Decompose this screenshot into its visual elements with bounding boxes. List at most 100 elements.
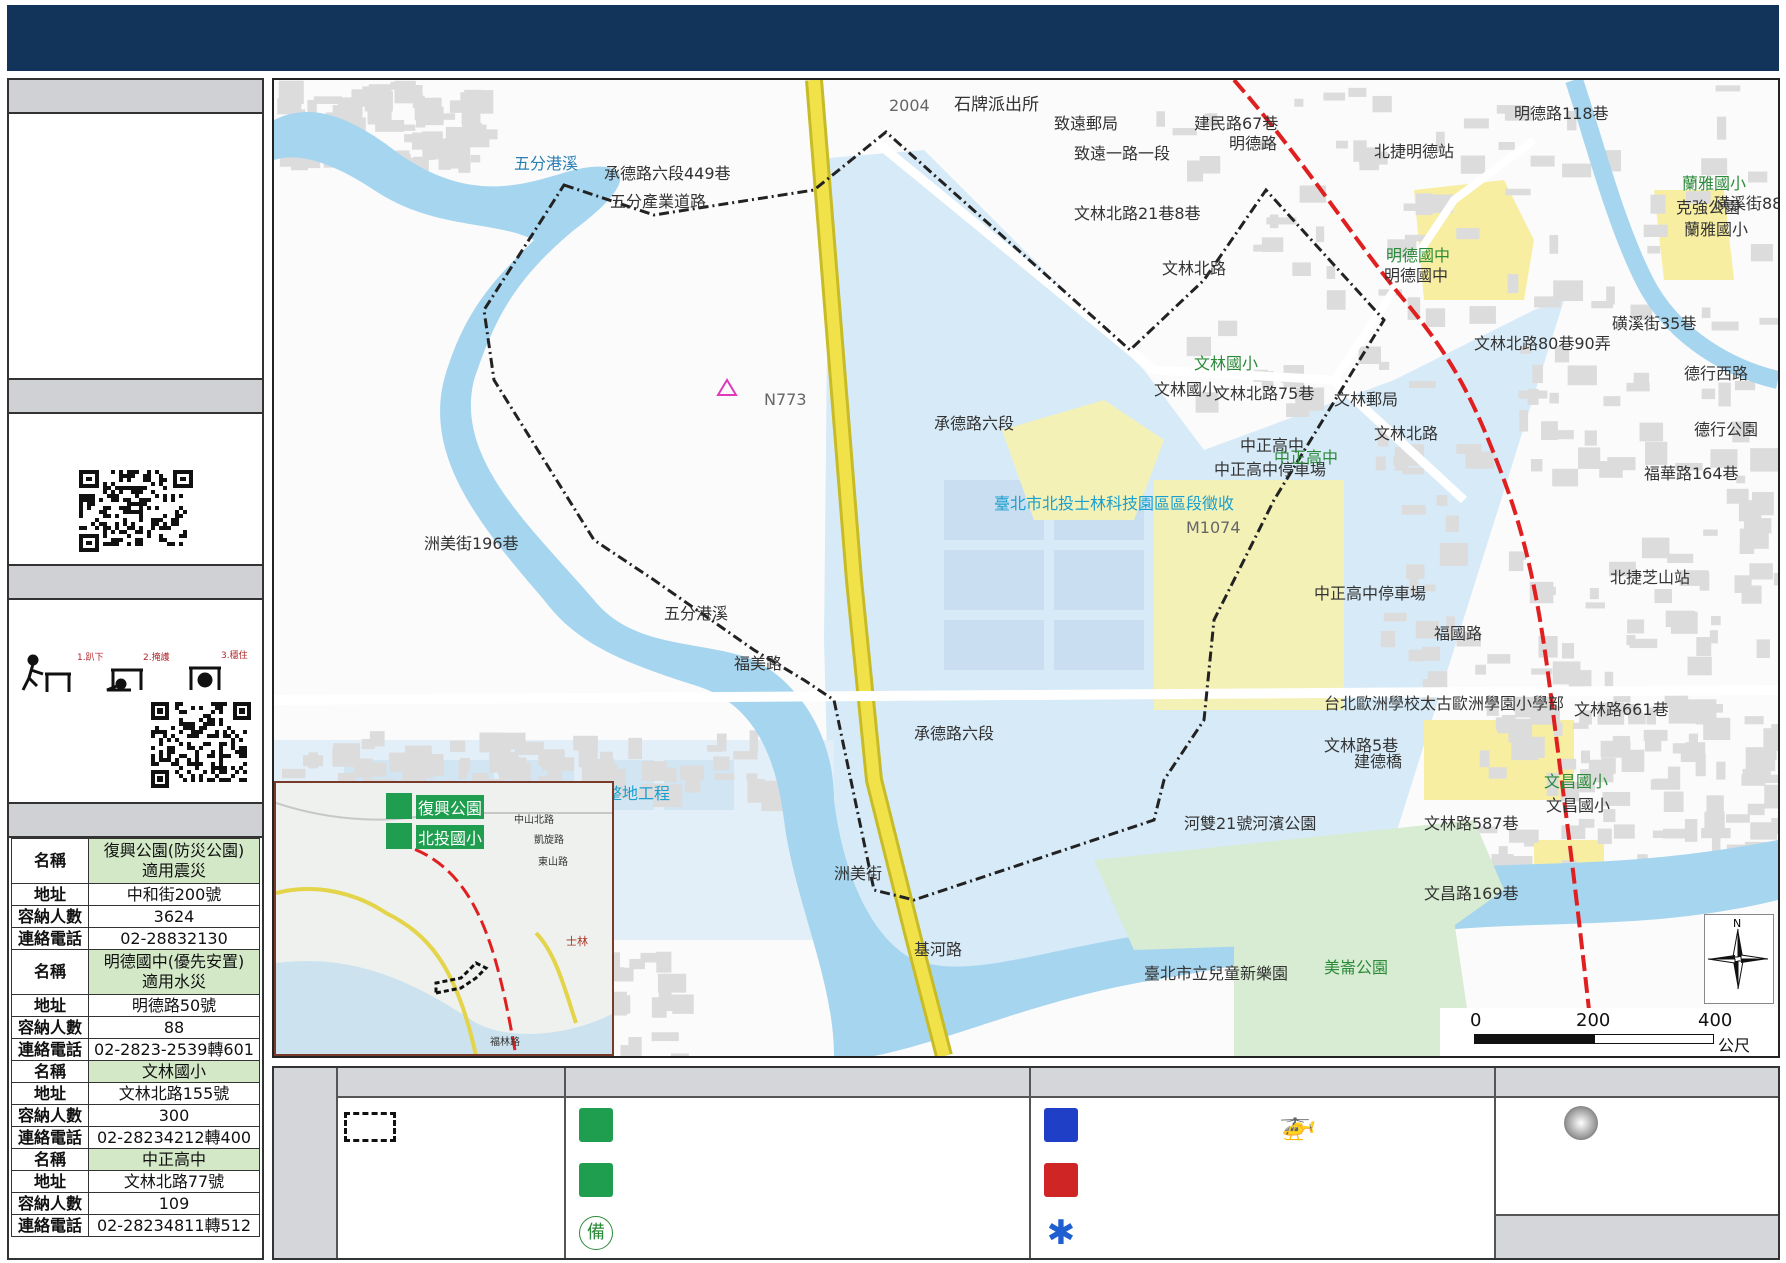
shelter-field-label: 地址 <box>11 1082 89 1105</box>
map-label: 承德路六段449巷 <box>604 164 731 183</box>
shelter-field-value: 109 <box>88 1192 260 1215</box>
north-label: N <box>1733 917 1741 930</box>
map-canvas[interactable]: 石牌派出所 2004 五分港溪 承德路六段449巷 五分產業道路 致遠郵局 致遠一路一段 建民… <box>272 78 1780 1058</box>
map-label: 文林路661巷 <box>1574 700 1669 719</box>
legend-header <box>274 1068 1778 1098</box>
shelter-field-value: 明德國中(優先安置) 適用水災 <box>88 949 260 995</box>
qr-code-icon-2[interactable] <box>151 702 251 788</box>
shelter-icon <box>579 1108 613 1142</box>
map-label: 文昌國小 <box>1544 772 1609 791</box>
step-hold: 3.穩住 <box>221 649 248 661</box>
inset-map[interactable]: 復興公園 北投國小 中山北路 凱旋路 東山路 福林路 士林 <box>274 781 614 1056</box>
qr-code-icon[interactable] <box>79 470 193 552</box>
map-label: 文林北路80巷90弄 <box>1474 334 1611 353</box>
shelter-panel: 名稱 復興公園(防災公園) 適用震災 地址 中和街200號 容納人數 3624 連絡電話 02… <box>7 802 264 1260</box>
table-row: 地址 明德路50號 <box>11 994 260 1017</box>
map-label: 洲美街196巷 <box>424 534 519 553</box>
shelter-field-value: 文林北路155號 <box>88 1082 260 1105</box>
map-label: 文昌國小 <box>1546 796 1611 815</box>
shelter-field-label: 連絡電話 <box>11 927 89 950</box>
shelter-field-label: 容納人數 <box>11 1016 89 1039</box>
map-label: 五分產業道路 <box>610 192 707 211</box>
shelter-field-value: 02-28832130 <box>88 927 260 950</box>
shelter-field-value: 中正高中 <box>88 1148 260 1171</box>
map-label: 磺溪街35巷 <box>1612 314 1697 333</box>
inset-label: 復興公園 <box>416 795 485 819</box>
shelter-field-label: 容納人數 <box>11 1104 89 1127</box>
map-label: 2004 <box>889 96 930 115</box>
earthquake-panel: 1.趴下 2.掩護 3.穩住 <box>7 564 264 804</box>
inset-basemap <box>276 783 612 1054</box>
map-label: 福華路164巷 <box>1644 464 1739 483</box>
shelter-field-value: 02-2823-2539轉601 <box>88 1038 260 1061</box>
shelter-field-label: 名稱 <box>11 949 89 995</box>
map-label: 文昌路169巷 <box>1424 884 1519 903</box>
legend-footer-cell <box>1496 1216 1778 1258</box>
helicopter-icon: 🚁 <box>1279 1107 1317 1142</box>
map-label: 洲美街 <box>834 864 883 883</box>
table-row: 地址 文林北路77號 <box>11 1170 260 1193</box>
shelter-field-value: 復興公園(防災公園) 適用震災 <box>88 838 260 884</box>
table-row: 容納人數 109 <box>11 1192 260 1215</box>
map-label: 承德路六段 <box>914 724 995 743</box>
map-label: 河雙21號河濱公園 <box>1184 814 1317 833</box>
shelter-field-label: 容納人數 <box>11 905 89 928</box>
scale-unit: 公尺 <box>1718 1036 1751 1055</box>
map-label: 石牌派出所 <box>954 95 1039 115</box>
map-label: 臺北市北投士林科技園區區段徵收 <box>994 494 1235 513</box>
inset-label: 福林路 <box>490 1037 520 1048</box>
reserve-shelter-icon: 備 <box>579 1216 613 1250</box>
qr-panel <box>7 378 264 566</box>
shelter-field-value: 文林北路77號 <box>88 1170 260 1193</box>
step-drop: 1.趴下 <box>77 652 104 663</box>
shelter-field-label: 名稱 <box>11 1060 89 1083</box>
map-label: 文林北路75巷 <box>1214 384 1315 403</box>
north-arrow: N <box>1704 914 1774 1004</box>
shelter-field-label: 連絡電話 <box>11 1214 89 1237</box>
table-row: 連絡電話 02-28832130 <box>11 927 260 950</box>
shelter-field-label: 名稱 <box>11 1148 89 1171</box>
table-row: 名稱 中正高中 <box>11 1148 260 1171</box>
map-label: 磺溪街88巷 <box>1714 194 1778 213</box>
inset-label: 凱旋路 <box>534 835 564 846</box>
map-label: 文林北路 <box>1374 424 1439 443</box>
map-label: 文林國小 <box>1194 354 1259 373</box>
shelter-panel-header <box>9 804 262 838</box>
inset-label: 中山北路 <box>514 815 554 826</box>
table-row: 連絡電話 02-28234212轉400 <box>11 1126 260 1149</box>
map-label: 致遠一路一段 <box>1074 144 1171 163</box>
earthquake-panel-header <box>9 566 262 600</box>
scale-bar: 0 200 400 公尺 <box>1440 1008 1778 1056</box>
table-row: 容納人數 88 <box>11 1016 260 1039</box>
shelter-field-label: 地址 <box>11 994 89 1017</box>
shelter-field-label: 連絡電話 <box>11 1126 89 1149</box>
map-label: 德行西路 <box>1684 364 1749 383</box>
shelter-field-label: 連絡電話 <box>11 1038 89 1061</box>
table-row: 名稱 明德國中(優先安置) 適用水災 <box>11 949 260 995</box>
table-row: 容納人數 3624 <box>11 905 260 928</box>
map-label: 文林國小 <box>1154 380 1219 399</box>
map-label: 文林北路 <box>1162 259 1227 278</box>
shelter-field-label: 地址 <box>11 883 89 906</box>
table-row: 容納人數 300 <box>11 1104 260 1127</box>
benchmark-point-icon <box>1564 1106 1598 1140</box>
shelter-field-label: 容納人數 <box>11 1192 89 1215</box>
overview-panel-header <box>9 80 262 114</box>
drop-cover-hold-icon: 1.趴下 2.掩護 3.穩住 <box>21 649 248 692</box>
map-label: 基河路 <box>914 940 963 959</box>
map-label: N773 <box>764 390 807 409</box>
map-label: 蘭雅國小 <box>1684 220 1749 239</box>
map-label: 福美路 <box>734 654 783 673</box>
boundary-icon <box>344 1112 396 1142</box>
map-label: 台北歐洲學校太古歐洲學園小學部 <box>1324 694 1565 713</box>
inset-label: 北投國小 <box>416 825 485 849</box>
table-row: 地址 文林北路155號 <box>11 1082 260 1105</box>
scale-tick-2: 400 <box>1698 1010 1733 1031</box>
map-label: 臺北市立兒童新樂園 <box>1144 964 1289 983</box>
overview-panel <box>7 78 264 380</box>
map-label: 文林北路21巷8巷 <box>1074 204 1201 223</box>
step-cover: 2.掩護 <box>143 651 170 663</box>
map-label: 承德路六段 <box>934 414 1015 433</box>
shelter-field-value: 中和街200號 <box>88 883 260 906</box>
map-label: 明德路 <box>1229 134 1278 153</box>
